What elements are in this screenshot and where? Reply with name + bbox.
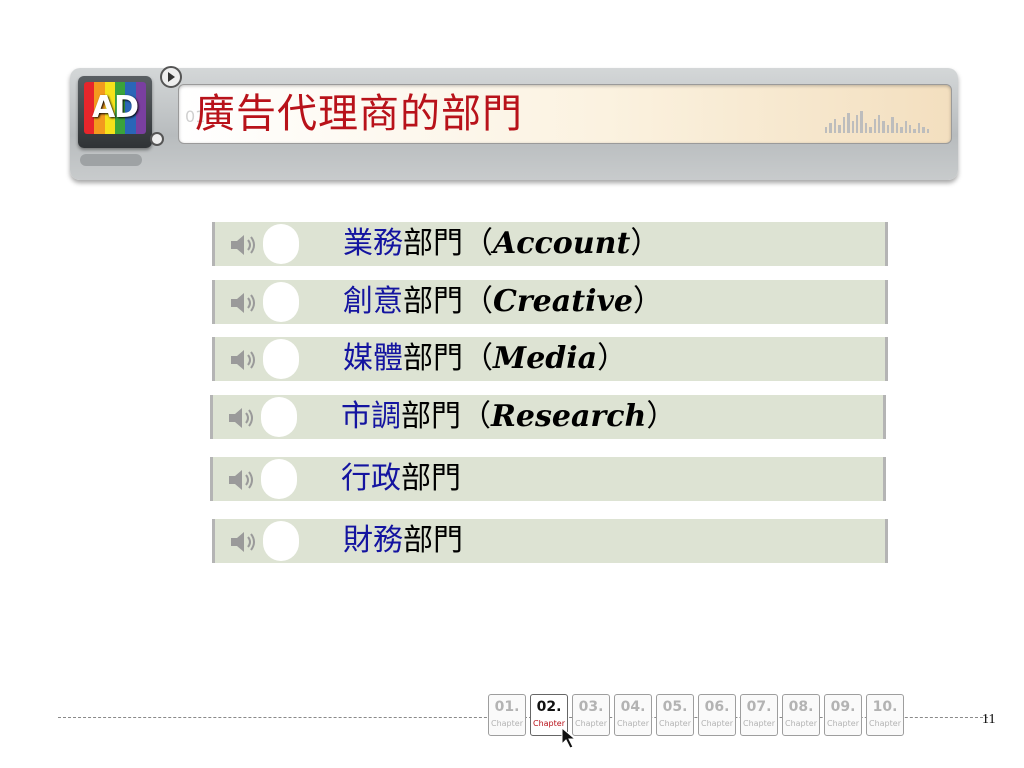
paren-open: （: [461, 399, 491, 434]
chapter-number: 02.: [536, 699, 562, 715]
chapter-label: Chapter: [743, 719, 775, 728]
paren-close: ）: [632, 284, 663, 319]
department-english-name: Research: [491, 399, 647, 434]
department-suffix: 部門: [401, 461, 461, 496]
department-row[interactable]: 業務部門（Account）: [212, 222, 888, 266]
department-label: 市調部門（Research）: [341, 395, 676, 439]
ad-logo: AD: [78, 76, 152, 148]
department-name: 財務: [343, 523, 403, 558]
speaker-icon[interactable]: [229, 292, 257, 314]
department-row[interactable]: 財務部門: [212, 519, 888, 563]
speaker-icon[interactable]: [229, 234, 257, 256]
paren-close: ）: [646, 399, 677, 434]
row-marker: [263, 224, 299, 264]
paren-open: （: [463, 284, 493, 319]
chapter-number: 03.: [578, 699, 604, 715]
department-suffix: 部門: [401, 399, 461, 434]
department-english-name: Creative: [493, 284, 633, 319]
chapter-button-4[interactable]: 04. Chapter: [614, 694, 652, 736]
chapter-number: 05.: [662, 699, 688, 715]
department-name: 創意: [343, 284, 403, 319]
paren-close: ）: [597, 341, 628, 376]
department-name: 媒體: [343, 341, 403, 376]
department-suffix: 部門: [403, 341, 463, 376]
chapter-label: Chapter: [617, 719, 649, 728]
chapter-label: Chapter: [659, 719, 691, 728]
row-marker: [261, 397, 297, 437]
department-name: 市調: [341, 399, 401, 434]
speaker-icon[interactable]: [227, 407, 255, 429]
chapter-label: Chapter: [491, 719, 523, 728]
chapter-label: Chapter: [785, 719, 817, 728]
chapter-number: 06.: [704, 699, 730, 715]
chapter-button-8[interactable]: 08. Chapter: [782, 694, 820, 736]
chapter-number: 07.: [746, 699, 772, 715]
paren-open: （: [463, 226, 493, 261]
chapter-label: Chapter: [827, 719, 859, 728]
department-row[interactable]: 行政部門: [210, 457, 886, 501]
mouse-cursor-icon: [561, 726, 577, 749]
row-marker: [263, 282, 299, 322]
department-suffix: 部門: [403, 284, 463, 319]
paren-open: （: [463, 341, 493, 376]
department-english-name: Media: [493, 341, 598, 376]
department-row[interactable]: 市調部門（Research）: [210, 395, 886, 439]
row-marker: [263, 339, 299, 379]
chapter-number: 04.: [620, 699, 646, 715]
row-marker: [263, 521, 299, 561]
chapter-button-9[interactable]: 09. Chapter: [824, 694, 862, 736]
department-name: 業務: [343, 226, 403, 261]
department-row[interactable]: 創意部門（Creative）: [212, 280, 888, 324]
department-english-name: Account: [493, 226, 631, 261]
chapter-number: 01.: [494, 699, 520, 715]
logo-text: AD: [91, 90, 139, 125]
speaker-icon[interactable]: [227, 469, 255, 491]
department-label: 業務部門（Account）: [343, 222, 660, 266]
department-label: 媒體部門（Media）: [343, 337, 627, 381]
equalizer-icon: [825, 109, 930, 133]
chapter-button-6[interactable]: 06. Chapter: [698, 694, 736, 736]
chapter-button-1[interactable]: 01. Chapter: [488, 694, 526, 736]
speaker-icon[interactable]: [229, 531, 257, 553]
chapter-nav: 01. Chapter 02. Chapter 03. Chapter 04. Chapter…: [488, 694, 904, 736]
page-number: 11: [982, 712, 996, 727]
department-row[interactable]: 媒體部門（Media）: [212, 337, 888, 381]
chapter-label: Chapter: [701, 719, 733, 728]
logo-stand: [80, 154, 142, 166]
speaker-icon[interactable]: [229, 349, 257, 371]
department-suffix: 部門: [403, 523, 463, 558]
chapter-button-5[interactable]: 05. Chapter: [656, 694, 694, 736]
page-title: 廣告代理商的部門: [195, 91, 523, 137]
department-label: 行政部門: [341, 457, 461, 501]
chapter-label: Chapter: [869, 719, 901, 728]
department-label: 財務部門: [343, 519, 463, 563]
chapter-number: 08.: [788, 699, 814, 715]
chapter-number: 09.: [830, 699, 856, 715]
department-name: 行政: [341, 461, 401, 496]
chapter-button-7[interactable]: 07. Chapter: [740, 694, 778, 736]
small-play-icon[interactable]: [150, 132, 164, 146]
department-suffix: 部門: [403, 226, 463, 261]
row-marker: [261, 459, 297, 499]
chapter-button-10[interactable]: 10. Chapter: [866, 694, 904, 736]
department-label: 創意部門（Creative）: [343, 280, 663, 324]
title-banner: AD 01 廣告代理商的部門: [70, 66, 958, 180]
chapter-number: 10.: [872, 699, 898, 715]
title-panel: 01 廣告代理商的部門: [178, 84, 952, 144]
play-icon[interactable]: [160, 66, 182, 88]
paren-close: ）: [630, 226, 661, 261]
